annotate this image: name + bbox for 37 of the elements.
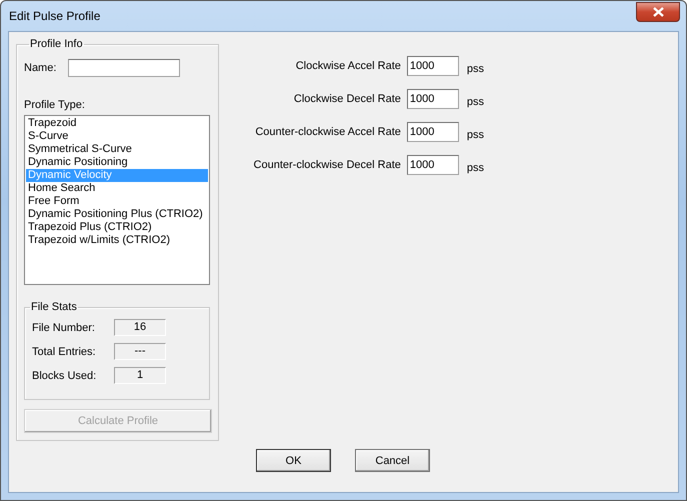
rate-field[interactable]: 1000 (406, 155, 459, 175)
list-item[interactable]: Trapezoid Plus (CTRIO2) (26, 221, 208, 234)
stat-label: File Number: (32, 322, 96, 334)
rate-label: Clockwise Accel Rate (296, 60, 401, 72)
list-item[interactable]: S-Curve (26, 130, 208, 143)
dialog-button[interactable]: Cancel (355, 449, 430, 472)
list-item[interactable]: Trapezoid w/Limits (CTRIO2) (26, 234, 208, 247)
name-field[interactable] (68, 59, 180, 77)
stat-label: Blocks Used: (32, 370, 98, 382)
unit-label: pss (466, 96, 484, 108)
rate-field[interactable]: 1000 (406, 89, 459, 109)
stat-value: --- (114, 343, 166, 360)
rate-label: Counter-clockwise Decel Rate (254, 159, 401, 171)
list-item[interactable]: Free Form (26, 195, 208, 208)
list-item[interactable]: Trapezoid (26, 117, 208, 130)
list-item[interactable]: Home Search (26, 182, 208, 195)
rate-label: Counter-clockwise Accel Rate (255, 126, 401, 138)
dialog-button[interactable]: OK (256, 449, 331, 472)
name-label: Name: (24, 62, 58, 74)
profile-type-label: Profile Type: (24, 99, 86, 111)
unit-label: pss (466, 162, 484, 174)
list-item[interactable]: Dynamic Positioning (26, 156, 208, 169)
stat-label: Total Entries: (32, 346, 97, 358)
close-button[interactable] (636, 2, 680, 22)
list-item[interactable]: Symmetrical S-Curve (26, 143, 208, 156)
group-title: Profile Info (29, 38, 84, 50)
stat-value: 16 (114, 319, 166, 336)
rate-label: Clockwise Decel Rate (294, 93, 401, 105)
group-title: File Stats (30, 301, 78, 313)
close-icon (652, 7, 664, 17)
stat-value: 1 (114, 367, 166, 384)
window-title: Edit Pulse Profile (8, 9, 100, 23)
list-item[interactable]: Dynamic Positioning Plus (CTRIO2) (26, 208, 208, 221)
rate-field[interactable]: 1000 (406, 122, 459, 142)
unit-label: pss (466, 63, 484, 75)
unit-label: pss (466, 129, 484, 141)
rate-field[interactable]: 1000 (406, 56, 459, 76)
